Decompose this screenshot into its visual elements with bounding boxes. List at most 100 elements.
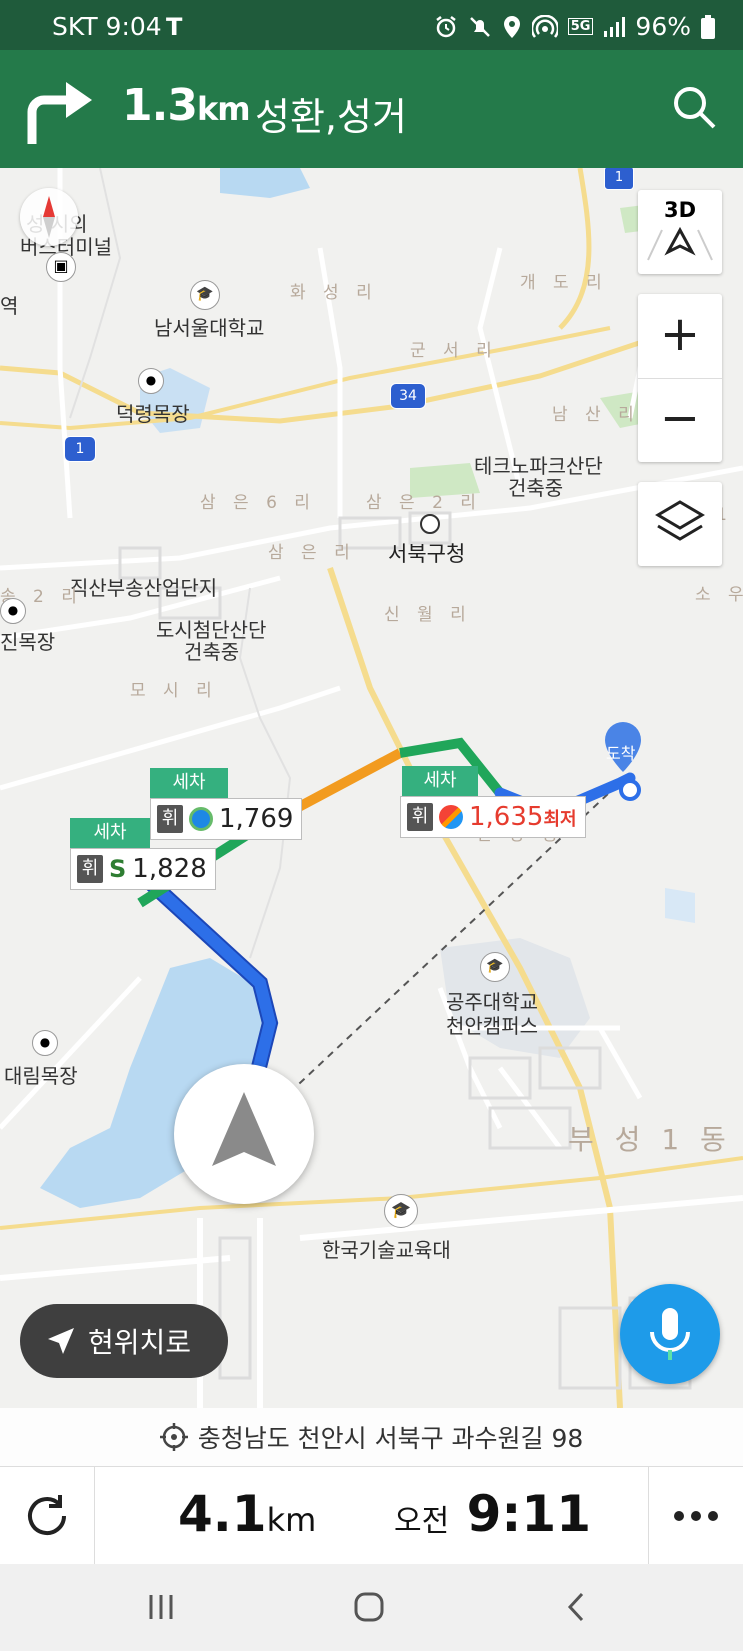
more-dots-icon: [674, 1511, 718, 1521]
remaining-distance: 4.1km: [178, 1485, 316, 1543]
compass-icon: [43, 196, 55, 238]
route-summary-bar: 4.1km 오전 9:11: [0, 1466, 743, 1565]
carrier-time: SKT 9:04: [52, 12, 162, 41]
back-icon[interactable]: [564, 1590, 588, 1624]
rest-area-badge: 휘: [407, 803, 433, 831]
map-label-sameun: 삼 은 리: [268, 543, 356, 563]
arrival-time-value: 9:11: [466, 1485, 591, 1543]
map-label-sou: 소 우: [695, 585, 743, 605]
recent-apps-icon[interactable]: [146, 1592, 176, 1622]
current-location-button[interactable]: 현위치로: [20, 1304, 228, 1378]
status-bar: SKT 9:04 T 5G 96%: [0, 0, 743, 50]
route-shield-34: 34: [390, 383, 426, 409]
hotspot-icon: [531, 14, 558, 38]
mute-icon: [469, 16, 490, 37]
gas-price-lowest: 1,635최저: [469, 802, 577, 832]
locate-arrow-icon: [48, 1328, 74, 1354]
poi-icon-deokryeong: ●: [138, 368, 164, 394]
remaining-distance-unit: km: [266, 1501, 317, 1539]
gas-station-wash-tag-3: 세차: [402, 766, 478, 796]
turn-right-icon: [27, 82, 92, 144]
arrival-period: 오전: [394, 1504, 450, 1539]
map-label-daerim: 대림목장: [4, 1064, 78, 1088]
layers-icon: [655, 500, 705, 541]
map-base: [0, 168, 743, 1408]
school-icon-koreatech: 🎓: [384, 1194, 418, 1228]
navigation-arrow-icon: [212, 1092, 276, 1166]
rest-area-badge: 휘: [157, 805, 183, 833]
bus-icon: ▣: [46, 252, 76, 282]
map-label-hwaseong: 화 성 리: [290, 283, 378, 303]
route-shield-1: 1: [64, 436, 96, 462]
map-label-koreatech: 한국기술교육대: [322, 1238, 451, 1262]
map-label-namseoul-univ: 남서울대학교: [154, 316, 265, 340]
map-label-sameun6: 삼 은 6 리: [200, 493, 316, 513]
next-road-name: 성환,성거: [255, 95, 407, 139]
current-address-bar: 충청남도 천안시 서북구 과수원길 98: [0, 1408, 743, 1466]
refresh-icon: [28, 1495, 66, 1536]
alarm-icon: [435, 15, 456, 37]
distance-unit: km: [196, 90, 251, 128]
route-shield-1-top: 1: [604, 168, 634, 190]
school-icon-namseoul: 🎓: [190, 280, 220, 310]
s-oil-logo-icon: S: [109, 855, 127, 883]
map-label-deokryeong: 덕령목장: [116, 402, 190, 426]
lowest-badge: 최저: [543, 809, 577, 830]
gas-price: 1,769: [219, 804, 294, 834]
map-label-buseong1: 부 성 1 동: [568, 1123, 732, 1156]
destination-point: [619, 779, 641, 801]
map-label-kongju-2: 천안캠퍼스: [446, 1014, 538, 1038]
map-label-jin-farm: 진목장: [0, 630, 56, 654]
map-label-gunseo: 군 서 리: [410, 341, 498, 361]
gas-price: 1,828: [132, 854, 207, 884]
gas-station-wash-tag-1: 세차: [70, 818, 150, 848]
crosshair-icon: [159, 1423, 188, 1451]
system-navigation-bar: [0, 1564, 743, 1651]
map-label-sameun2: 삼 은 2 리: [366, 493, 482, 513]
zoom-out-button[interactable]: −: [638, 379, 722, 462]
search-icon[interactable]: [671, 84, 717, 130]
zoom-in-button[interactable]: +: [638, 294, 722, 379]
city-hall-icon: [420, 514, 440, 534]
arrival-time: 오전 9:11: [394, 1485, 591, 1543]
gas-station-wash-tag-2: 세차: [150, 768, 228, 798]
location-icon: [503, 15, 520, 38]
network-type: 5G: [567, 18, 594, 35]
rest-area-badge: 휘: [77, 855, 103, 883]
microphone-icon: [650, 1308, 690, 1360]
map-label-dosi-2: 건축중: [184, 640, 240, 664]
reroute-button[interactable]: [0, 1467, 95, 1565]
signal-icon: [604, 16, 626, 37]
map-label-techno-2: 건축중: [508, 476, 564, 500]
current-position-marker: [174, 1064, 314, 1204]
home-icon[interactable]: [352, 1590, 386, 1624]
sk-energy-logo-icon: [439, 805, 463, 829]
hyundai-oilbank-logo-icon: [189, 807, 213, 831]
3d-view-button[interactable]: 3D: [638, 190, 722, 274]
navigation-header: 1.3km 성환,성거: [0, 50, 743, 168]
map-label-seobuk-office: 서북구청: [388, 542, 466, 566]
gas-station-price-2[interactable]: 휘 1,769: [150, 798, 303, 840]
perspective-arrow-icon: [647, 226, 713, 261]
map-label-gaedo: 개 도 리: [520, 273, 608, 293]
next-turn-distance: 1.3km: [122, 80, 251, 131]
destination-label: 도착: [606, 744, 636, 763]
voice-search-button[interactable]: [620, 1284, 720, 1384]
zoom-control: + −: [638, 294, 722, 462]
poi-icon-jin: ●: [0, 598, 26, 624]
3d-label: 3D: [663, 198, 697, 222]
tmap-status-icon: T: [166, 13, 183, 41]
battery-icon: [701, 14, 715, 39]
distance-value: 1.3: [122, 80, 198, 131]
map-label-namsan: 남 산 리: [552, 405, 640, 425]
gas-station-price-1[interactable]: 휘 S 1,828: [70, 848, 216, 890]
poi-icon-daerim: ●: [32, 1030, 58, 1056]
map-label-sinwol: 신 월 리: [384, 605, 472, 625]
layers-button[interactable]: [638, 482, 722, 566]
battery-percent: 96%: [635, 12, 691, 41]
gas-station-price-3[interactable]: 휘 1,635최저: [400, 796, 586, 838]
more-options-button[interactable]: [648, 1467, 743, 1565]
compass-button[interactable]: [20, 188, 78, 246]
map-view[interactable]: 1 1 34 성 시외 버스터미널 ▣ 역 화 성 리 개 도 리 🎓 남서울대…: [0, 168, 743, 1408]
map-label-jiksan: 직산부송산업단지: [70, 576, 218, 600]
